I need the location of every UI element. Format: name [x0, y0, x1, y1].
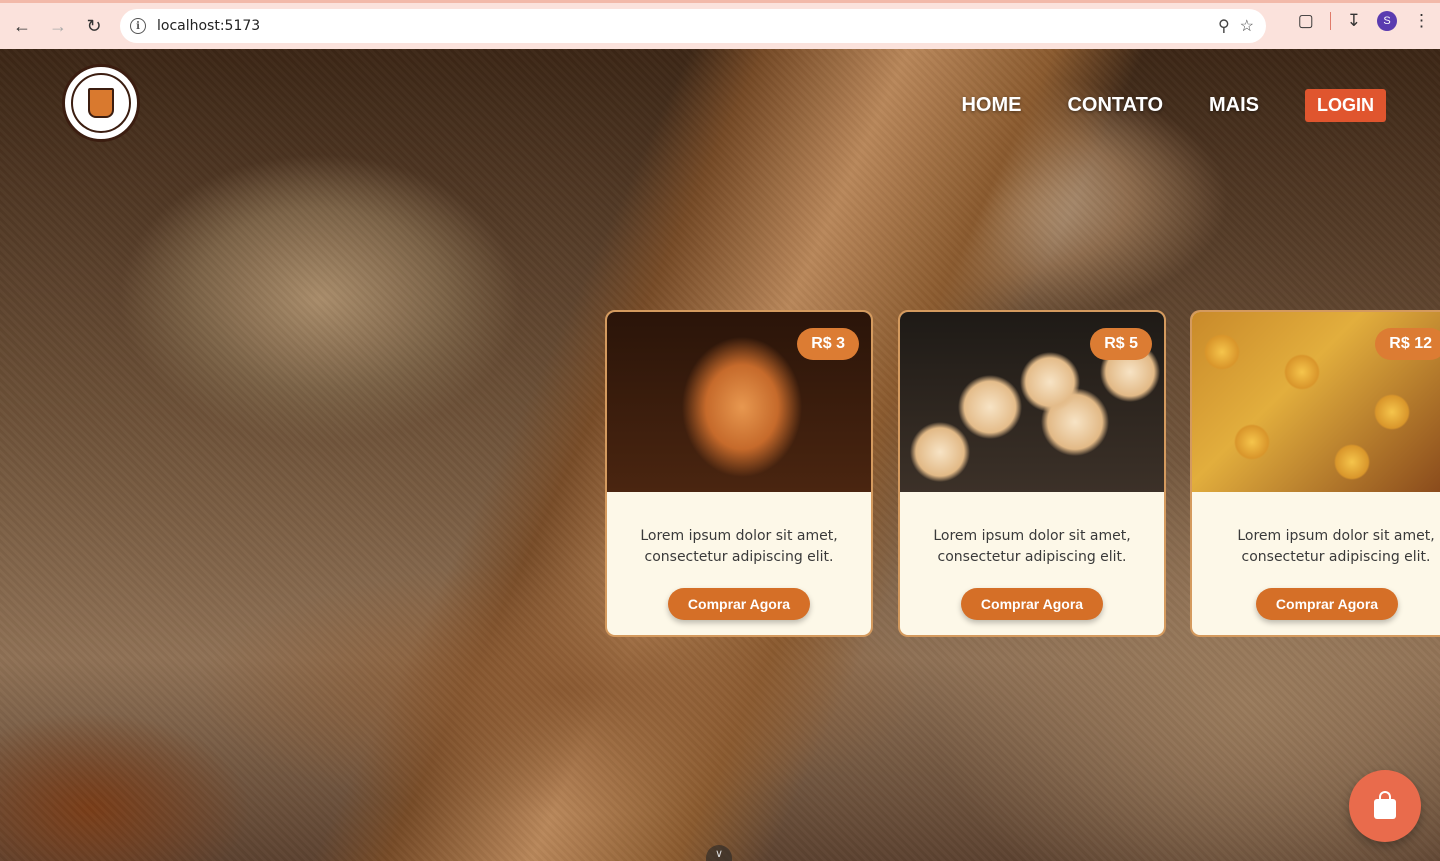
nav-mais[interactable]: MAIS	[1209, 94, 1259, 117]
product-card: R$ 12 Lorem ipsum dolor sit amet, consec…	[1190, 310, 1440, 637]
profile-avatar[interactable]: S	[1377, 11, 1397, 31]
reload-icon[interactable]: ↻	[76, 8, 112, 44]
forward-icon[interactable]: →	[40, 8, 76, 44]
product-image-coxinha: R$ 3	[607, 312, 871, 492]
buy-now-button[interactable]: Comprar Agora	[961, 588, 1103, 620]
zoom-icon[interactable]: ⚲	[1218, 16, 1230, 36]
login-button[interactable]: LOGIN	[1305, 89, 1386, 122]
nav-home[interactable]: HOME	[961, 94, 1021, 117]
shopping-bag-icon	[1374, 791, 1396, 819]
browser-toolbar: ← → ↻ i localhost:5173 ⚲ ☆ ▢ ↧ S ⋮	[0, 0, 1440, 49]
site-logo[interactable]	[62, 64, 140, 142]
price-badge: R$ 5	[1090, 328, 1152, 360]
url-text[interactable]: localhost:5173	[157, 18, 260, 34]
product-image-salgados: R$ 12	[1192, 312, 1440, 492]
product-card: R$ 5 Lorem ipsum dolor sit amet, consect…	[898, 310, 1166, 637]
buy-now-button[interactable]: Comprar Agora	[668, 588, 810, 620]
address-bar[interactable]: i localhost:5173 ⚲ ☆	[120, 9, 1266, 43]
product-description: Lorem ipsum dolor sit amet, consectetur …	[640, 528, 838, 565]
logo-ring	[71, 73, 131, 133]
hero-background: HOME CONTATO MAIS LOGIN R$ 3 Lorem ipsum…	[0, 49, 1440, 861]
info-icon[interactable]: i	[130, 18, 146, 34]
back-icon[interactable]: ←	[4, 8, 40, 44]
star-icon[interactable]: ☆	[1240, 16, 1254, 36]
product-image-pao-de-queijo: R$ 5	[900, 312, 1164, 492]
toolbar-separator	[1329, 12, 1331, 30]
coffee-cup-icon	[88, 88, 114, 118]
nav-contato[interactable]: CONTATO	[1067, 94, 1163, 117]
product-description: Lorem ipsum dolor sit amet, consectetur …	[1237, 528, 1435, 565]
download-icon[interactable]: ↧	[1347, 11, 1361, 31]
product-card: R$ 3 Lorem ipsum dolor sit amet, consect…	[605, 310, 873, 637]
price-badge: R$ 12	[1375, 328, 1440, 360]
product-description: Lorem ipsum dolor sit amet, consectetur …	[933, 528, 1131, 565]
main-nav: HOME CONTATO MAIS LOGIN	[961, 89, 1386, 122]
buy-now-button[interactable]: Comprar Agora	[1256, 588, 1398, 620]
price-badge: R$ 3	[797, 328, 859, 360]
more-icon[interactable]: ⋮	[1413, 11, 1430, 31]
extensions-icon[interactable]: ▢	[1298, 11, 1314, 31]
cart-button[interactable]	[1349, 770, 1421, 842]
